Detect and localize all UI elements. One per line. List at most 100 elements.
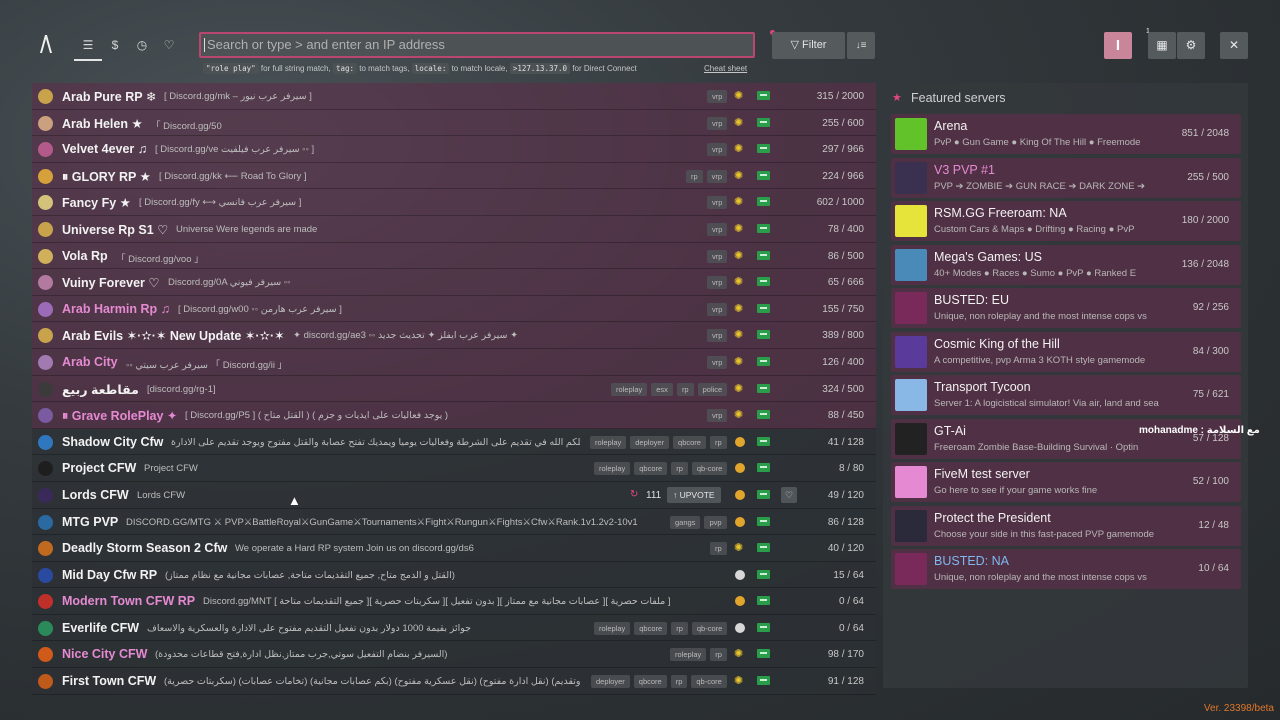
server-tag[interactable]: roleplay <box>670 648 707 662</box>
server-tags: vrp <box>707 116 728 130</box>
upvote-button[interactable]: ↑ UPVOTE <box>667 486 721 503</box>
server-tag[interactable]: rp <box>670 675 688 689</box>
server-row[interactable]: Fancy Fy ★ [ Discord.gg/fy ⟷ سيرفر عرب فا… <box>32 189 876 216</box>
server-tag[interactable]: qb-core <box>691 675 727 689</box>
server-tag[interactable]: vrp <box>706 169 728 183</box>
server-tag[interactable]: rp <box>676 382 694 396</box>
server-row[interactable]: مقاطعة ربيع [discord.gg/rg-1] roleplay esx r… <box>32 375 876 403</box>
featured-server-card[interactable]: RSM.GG Freeroam: NA Custom Cars & Maps ● … <box>891 201 1241 241</box>
server-tag[interactable]: roleplay <box>590 435 627 449</box>
server-tag[interactable]: roleplay <box>594 621 631 635</box>
server-row[interactable]: Deadly Storm Season 2 Cfw We operate a Ha… <box>32 535 876 562</box>
server-tag[interactable]: rp <box>671 462 688 476</box>
server-tag[interactable]: vrp <box>707 90 728 103</box>
server-tag[interactable]: vrp <box>707 196 728 210</box>
filter-button[interactable]: ▽ Filter <box>772 32 845 59</box>
favorite-heart-icon[interactable]: ♡ <box>781 486 797 503</box>
server-description: [ Discord.gg/ve سيرفر عرب فيلفيت ◦◦ ] <box>155 144 315 156</box>
server-tag[interactable]: rp <box>710 542 727 556</box>
server-tag[interactable]: vrp <box>707 249 728 263</box>
cheat-sheet-link[interactable]: Cheat sheet <box>704 64 747 73</box>
close-icon[interactable]: ✕ <box>1220 32 1248 59</box>
server-tag[interactable]: qbcore <box>634 462 668 476</box>
featured-server-card[interactable]: FiveM test server Go here to see if your … <box>891 462 1241 502</box>
server-row[interactable]: Arab Pure RP ❄ [ Discord.gg/mk – سيرفر عر… <box>32 83 876 110</box>
server-tag[interactable]: vrp <box>707 355 728 369</box>
server-tag[interactable]: roleplay <box>611 382 648 396</box>
server-tag[interactable]: qb-core <box>691 462 728 476</box>
server-row[interactable]: Arab Helen ★ 「 Discord.gg/50 vrp ✺ 255 / 600 <box>32 109 876 137</box>
server-row[interactable]: Arab Harmin Rp ♫ [ Discord.gg/w00 ◦◦ سيرف… <box>32 295 876 323</box>
server-tag[interactable]: vrp <box>707 302 728 316</box>
server-row[interactable]: Velvet 4ever ♫ [ Discord.gg/ve سيرفر عرب … <box>32 136 876 163</box>
server-list[interactable]: Arab Pure RP ❄ [ Discord.gg/mk – سيرفر عر… <box>32 83 876 695</box>
server-tag[interactable]: vrp <box>707 222 728 236</box>
gear-icon[interactable]: ⚙ <box>1177 32 1205 59</box>
player-count: 324 / 500 <box>822 383 864 395</box>
featured-server-card[interactable]: Cosmic King of the Hill A competitive, pv… <box>891 331 1241 372</box>
list-icon[interactable]: ☰ <box>74 37 102 61</box>
featured-server-card[interactable]: V3 PVP #1 PVP ➔ ZOMBIE ➔ GUN RACE ➔ DARK … <box>891 157 1241 198</box>
server-row[interactable]: ⏸ Grave RolePlay ✦ [ Discord.gg/P5 ] ( ال… <box>32 402 876 429</box>
server-name: Arab City <box>62 354 118 369</box>
fivem-logo-icon[interactable] <box>38 33 54 55</box>
server-row[interactable]: Everlife CFW جوائز بقيمة 1000 دولار بدون … <box>32 614 876 642</box>
server-row[interactable]: Modern Town CFW RP Discord.gg/MNT [ جميع … <box>32 588 876 615</box>
server-tag[interactable]: gangs <box>670 515 701 529</box>
server-row[interactable]: ⏸ GLORY RP ★ [ Discord.gg/kk ⟵ Road To Gl… <box>32 162 876 190</box>
server-tag[interactable]: pvp <box>704 515 727 529</box>
featured-star-icon: ★ <box>892 92 902 104</box>
history-icon[interactable]: ◷ <box>132 37 152 53</box>
server-tag[interactable]: rp <box>710 648 727 662</box>
server-row[interactable]: Arab Evils ✶·✫·✶ New Update ✶·✫·✶ ✦ disco… <box>32 322 876 349</box>
player-count: 41 / 128 <box>827 436 864 448</box>
server-row[interactable]: Mid Day Cfw RP (القتل و الدمج متاح, جميع … <box>32 561 876 589</box>
server-tag[interactable]: vrp <box>707 116 728 130</box>
server-tag[interactable]: rp <box>686 169 703 183</box>
server-row[interactable]: MTG PVP DISCORD.GG/MTG ⚔ PVP⚔BattleRoyal⚔… <box>32 508 876 536</box>
sort-icon[interactable]: ↓≡ <box>847 32 875 59</box>
server-description: جبلكم الله في تقديم على الشرطة وفعاليات … <box>171 436 580 448</box>
server-tag[interactable]: vrp <box>707 143 728 157</box>
server-status-icon <box>757 622 770 632</box>
server-row[interactable]: Universe Rp S1 ♡ Universe Were legends ar… <box>32 215 876 243</box>
server-tag[interactable]: rp <box>709 435 727 449</box>
server-row[interactable]: Project CFW Project CFW roleplay qbcore rp qb… <box>32 455 876 482</box>
featured-server-card[interactable]: Protect the President Choose your side in… <box>891 505 1241 546</box>
server-tag[interactable]: deployer <box>591 675 630 689</box>
server-row[interactable]: Vola Rp 「 Discord.gg/voo 」 vrp ✺ 86 / 500 <box>32 242 876 270</box>
server-tag[interactable]: police <box>697 382 728 396</box>
server-tag[interactable]: vrp <box>707 276 728 290</box>
search-input[interactable]: Search or type > and enter an IP address <box>199 32 755 58</box>
server-name: ⏸ Grave RolePlay ✦ <box>62 409 178 424</box>
server-tag[interactable]: qbcore <box>673 435 706 449</box>
server-tag[interactable]: esx <box>651 382 673 396</box>
server-tag[interactable]: qbcore <box>633 675 667 689</box>
featured-server-card[interactable]: Mega's Games: US 40+ Modes ● Races ● Sumo… <box>891 244 1241 285</box>
server-row[interactable]: Shadow City Cfw جبلكم الله في تقديم على ا… <box>32 428 876 456</box>
server-tag[interactable]: vrp <box>707 329 728 343</box>
server-row[interactable]: First Town CFW (سكربتات حصرية) (تخامات عص… <box>32 668 876 695</box>
server-row[interactable]: Nice City CFW (السيرفر بنضام التفعيل سوتي… <box>32 641 876 669</box>
server-description: Discord.gg/MNT [ جميع التقديمات متاحة ][… <box>203 596 671 608</box>
server-row[interactable]: Lords CFW Lords CFW ↻ 111 ↑ UPVOTE ♡ 49 / 120 <box>32 481 876 509</box>
server-tag[interactable]: rp <box>671 621 688 635</box>
server-tag[interactable]: roleplay <box>594 462 631 476</box>
changelog-icon[interactable]: ▦ <box>1148 32 1176 59</box>
server-row[interactable]: Arab City ◦◦ سيرفر عرب سيتي 「 Discord.gg/… <box>32 348 876 376</box>
sun-icon: ✺ <box>734 196 744 209</box>
server-tag[interactable]: vrp <box>707 409 728 423</box>
dollar-icon[interactable]: $ <box>105 37 125 53</box>
server-tag[interactable]: qb-core <box>691 621 728 635</box>
server-tag[interactable]: deployer <box>630 435 670 449</box>
featured-server-card[interactable]: BUSTED: NA Unique, non roleplay and the m… <box>891 549 1241 589</box>
server-row[interactable]: Vuiny Forever ♡ Discord.gg/0A سيرفر فيوني… <box>32 269 876 296</box>
featured-server-card[interactable]: Arena PvP ● Gun Game ● King Of The Hill ●… <box>891 114 1241 154</box>
mouse-pointer-icon: ▲ <box>288 493 301 508</box>
server-status-icon <box>757 117 770 127</box>
heart-icon[interactable]: ♡ <box>159 37 179 53</box>
text-cursor-icon[interactable]: I <box>1104 32 1132 59</box>
featured-server-card[interactable]: BUSTED: EU Unique, non roleplay and the m… <box>891 288 1241 328</box>
featured-server-card[interactable]: Transport Tycoon Server 1: A logicistical… <box>891 375 1241 415</box>
server-tag[interactable]: qbcore <box>634 621 668 635</box>
